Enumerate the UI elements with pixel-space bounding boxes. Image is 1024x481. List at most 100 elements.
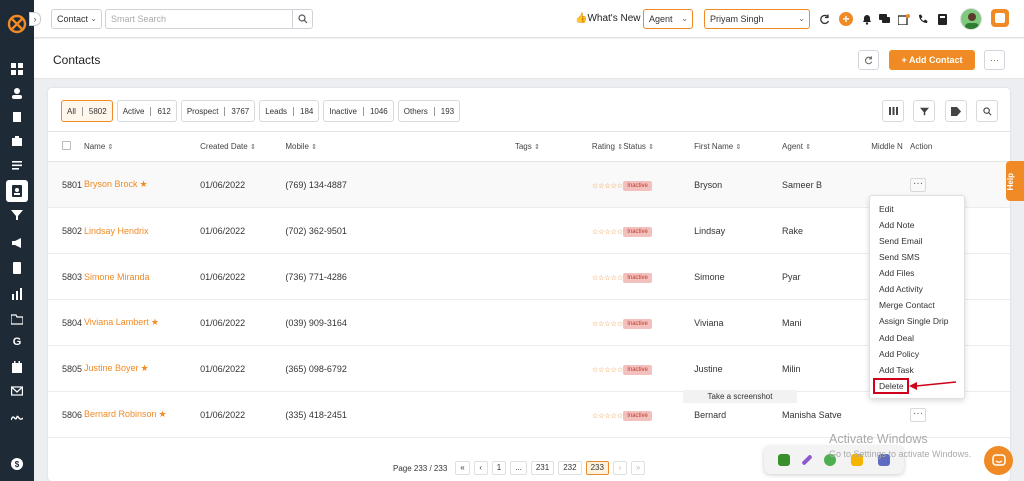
more-options-button[interactable]: ···	[984, 50, 1005, 70]
sidebar-toggle-button[interactable]: ›	[29, 12, 41, 26]
filter-inactive[interactable]: Inactive 1046	[323, 100, 394, 122]
briefcase-icon[interactable]	[9, 133, 25, 149]
pen-icon[interactable]	[801, 454, 813, 466]
filter-button[interactable]	[913, 100, 935, 122]
contact-name-link[interactable]: Bernard Robinson	[84, 409, 157, 419]
mobile-number[interactable]: (365) 098-6792	[285, 345, 464, 392]
add-contact-button[interactable]: + Add Contact	[889, 50, 975, 70]
refresh-contacts-button[interactable]	[858, 50, 879, 70]
menu-item-edit[interactable]: Edit	[879, 204, 894, 214]
mobile-number[interactable]: (736) 771-4286	[285, 253, 464, 300]
column-header-created[interactable]: Created Date ⇕	[196, 131, 286, 162]
menu-item-add-activity[interactable]: Add Activity	[879, 284, 923, 294]
page-1-button[interactable]: 1	[491, 461, 507, 475]
column-header-tags[interactable]: Tags ⇕	[463, 131, 552, 162]
user-avatar[interactable]	[960, 8, 982, 30]
bar-chart-icon[interactable]	[9, 286, 25, 302]
contact-name[interactable]: Lindsay Hendrix	[83, 207, 197, 254]
filter-active[interactable]: Active 612	[116, 100, 177, 122]
columns-button[interactable]	[882, 100, 904, 122]
contact-name[interactable]: Bryson Brock ★	[83, 161, 197, 208]
column-header-rating[interactable]: Rating ⇕	[551, 131, 624, 162]
list-icon[interactable]	[9, 157, 25, 173]
user-select[interactable]: Priyam Singh ⌄	[704, 9, 810, 29]
rating-stars-icon[interactable]: ☆☆☆☆☆	[592, 413, 623, 420]
filter-funnel-icon[interactable]	[9, 207, 25, 223]
mobile-number[interactable]: (702) 362-9501	[285, 207, 464, 254]
column-header-status[interactable]: Status ⇕	[623, 131, 695, 162]
help-tab[interactable]: Help	[1006, 161, 1024, 201]
notifications-inbox-icon[interactable]	[897, 12, 911, 26]
users-icon[interactable]	[9, 85, 25, 101]
search-table-button[interactable]	[976, 100, 998, 122]
page-231-button[interactable]: 231	[530, 461, 555, 475]
smart-search-input[interactable]: Smart Search	[105, 9, 293, 29]
rating-cell[interactable]: ☆☆☆☆☆	[551, 253, 624, 300]
calculator-icon[interactable]	[9, 260, 25, 276]
rating-cell[interactable]: ☆☆☆☆☆	[551, 161, 624, 208]
table-row[interactable]: 5805 Justine Boyer ★ 01/06/2022 (365) 098-67…	[48, 345, 1010, 392]
contact-name-link[interactable]: Simone Miranda	[84, 272, 150, 282]
rating-cell[interactable]: ☆☆☆☆☆	[551, 345, 624, 392]
contact-name[interactable]: Justine Boyer ★	[83, 345, 197, 392]
phone-icon[interactable]	[916, 12, 930, 26]
next-page-button[interactable]: ›	[612, 461, 627, 475]
filter-all[interactable]: All 5802	[61, 100, 113, 122]
page-232-button[interactable]: 232	[558, 461, 582, 475]
column-header-name[interactable]: Name ⇕	[83, 131, 197, 162]
table-row[interactable]: 5803 Simone Miranda 01/06/2022 (736) 771-42…	[48, 253, 1010, 300]
dollar-icon[interactable]: $	[9, 456, 25, 472]
entity-select[interactable]: Contact ⌄	[51, 9, 102, 29]
rating-cell[interactable]: ☆☆☆☆☆	[551, 299, 624, 346]
rating-stars-icon[interactable]: ☆☆☆☆☆	[592, 183, 623, 190]
column-header-first-name[interactable]: First Name ⇕	[694, 131, 783, 162]
table-row[interactable]: 5802 Lindsay Hendrix 01/06/2022 (702) 362-9…	[48, 207, 1010, 254]
menu-item-send-sms[interactable]: Send SMS	[879, 252, 920, 262]
refresh-icon[interactable]	[817, 12, 831, 26]
row-actions-button[interactable]: ···	[910, 407, 927, 422]
calendar-icon[interactable]	[9, 359, 25, 375]
chat-icon[interactable]	[877, 12, 891, 26]
contacts-icon[interactable]	[6, 180, 28, 202]
role-select[interactable]: Agent ⌄	[643, 9, 693, 29]
add-icon[interactable]: +	[839, 12, 853, 26]
mail-icon[interactable]	[9, 383, 25, 399]
menu-item-add-note[interactable]: Add Note	[879, 220, 914, 230]
app-logo-icon[interactable]	[7, 14, 27, 34]
filter-others[interactable]: Others 193	[397, 100, 461, 122]
column-header-agent[interactable]: Agent ⇕	[782, 131, 872, 162]
brand-logo-icon[interactable]	[991, 9, 1009, 27]
mobile-number[interactable]: (335) 418-2451	[285, 391, 464, 438]
prev-page-button[interactable]: ‹	[473, 461, 488, 475]
contact-name-link[interactable]: Lindsay Hendrix	[84, 226, 149, 236]
bell-icon[interactable]	[860, 12, 874, 26]
search-button[interactable]	[292, 9, 313, 29]
contact-name-link[interactable]: Justine Boyer	[84, 363, 139, 373]
select-all-checkbox[interactable]	[62, 141, 71, 150]
contact-name[interactable]: Bernard Robinson ★	[83, 391, 197, 438]
table-row[interactable]: 5801 Bryson Brock ★ 01/06/2022 (769) 134-488…	[48, 161, 1010, 208]
rating-stars-icon[interactable]: ☆☆☆☆☆	[592, 367, 623, 374]
chat-support-button[interactable]	[984, 446, 1013, 475]
whats-new-link[interactable]: 👍What's New	[575, 13, 641, 24]
filter-prospect[interactable]: Prospect 3767	[180, 100, 256, 122]
google-icon[interactable]: G	[9, 334, 25, 350]
rating-cell[interactable]: ☆☆☆☆☆	[551, 391, 624, 438]
contact-name-link[interactable]: Viviana Lambert	[84, 317, 149, 327]
menu-item-add-policy[interactable]: Add Policy	[879, 349, 919, 359]
calculator-icon[interactable]	[935, 12, 949, 26]
menu-item-assign-single-drip[interactable]: Assign Single Drip	[879, 316, 948, 326]
rating-stars-icon[interactable]: ☆☆☆☆☆	[592, 321, 623, 328]
page-233-button[interactable]: 233	[585, 461, 609, 475]
menu-item-send-email[interactable]: Send Email	[879, 236, 922, 246]
menu-item-merge-contact[interactable]: Merge Contact	[879, 300, 935, 310]
rating-stars-icon[interactable]: ☆☆☆☆☆	[592, 229, 623, 236]
contact-name[interactable]: Viviana Lambert ★	[83, 299, 197, 346]
contact-name[interactable]: Simone Miranda	[83, 253, 197, 300]
column-header-mobile[interactable]: Mobile ⇕	[285, 131, 464, 162]
menu-item-add-task[interactable]: Add Task	[879, 365, 914, 375]
filter-leads[interactable]: Leads 184	[259, 100, 320, 122]
menu-item-add-deal[interactable]: Add Deal	[879, 333, 914, 343]
first-page-button[interactable]: «	[455, 461, 470, 475]
table-row[interactable]: 5806 Bernard Robinson ★ 01/06/2022 (335) 418…	[48, 391, 1010, 438]
